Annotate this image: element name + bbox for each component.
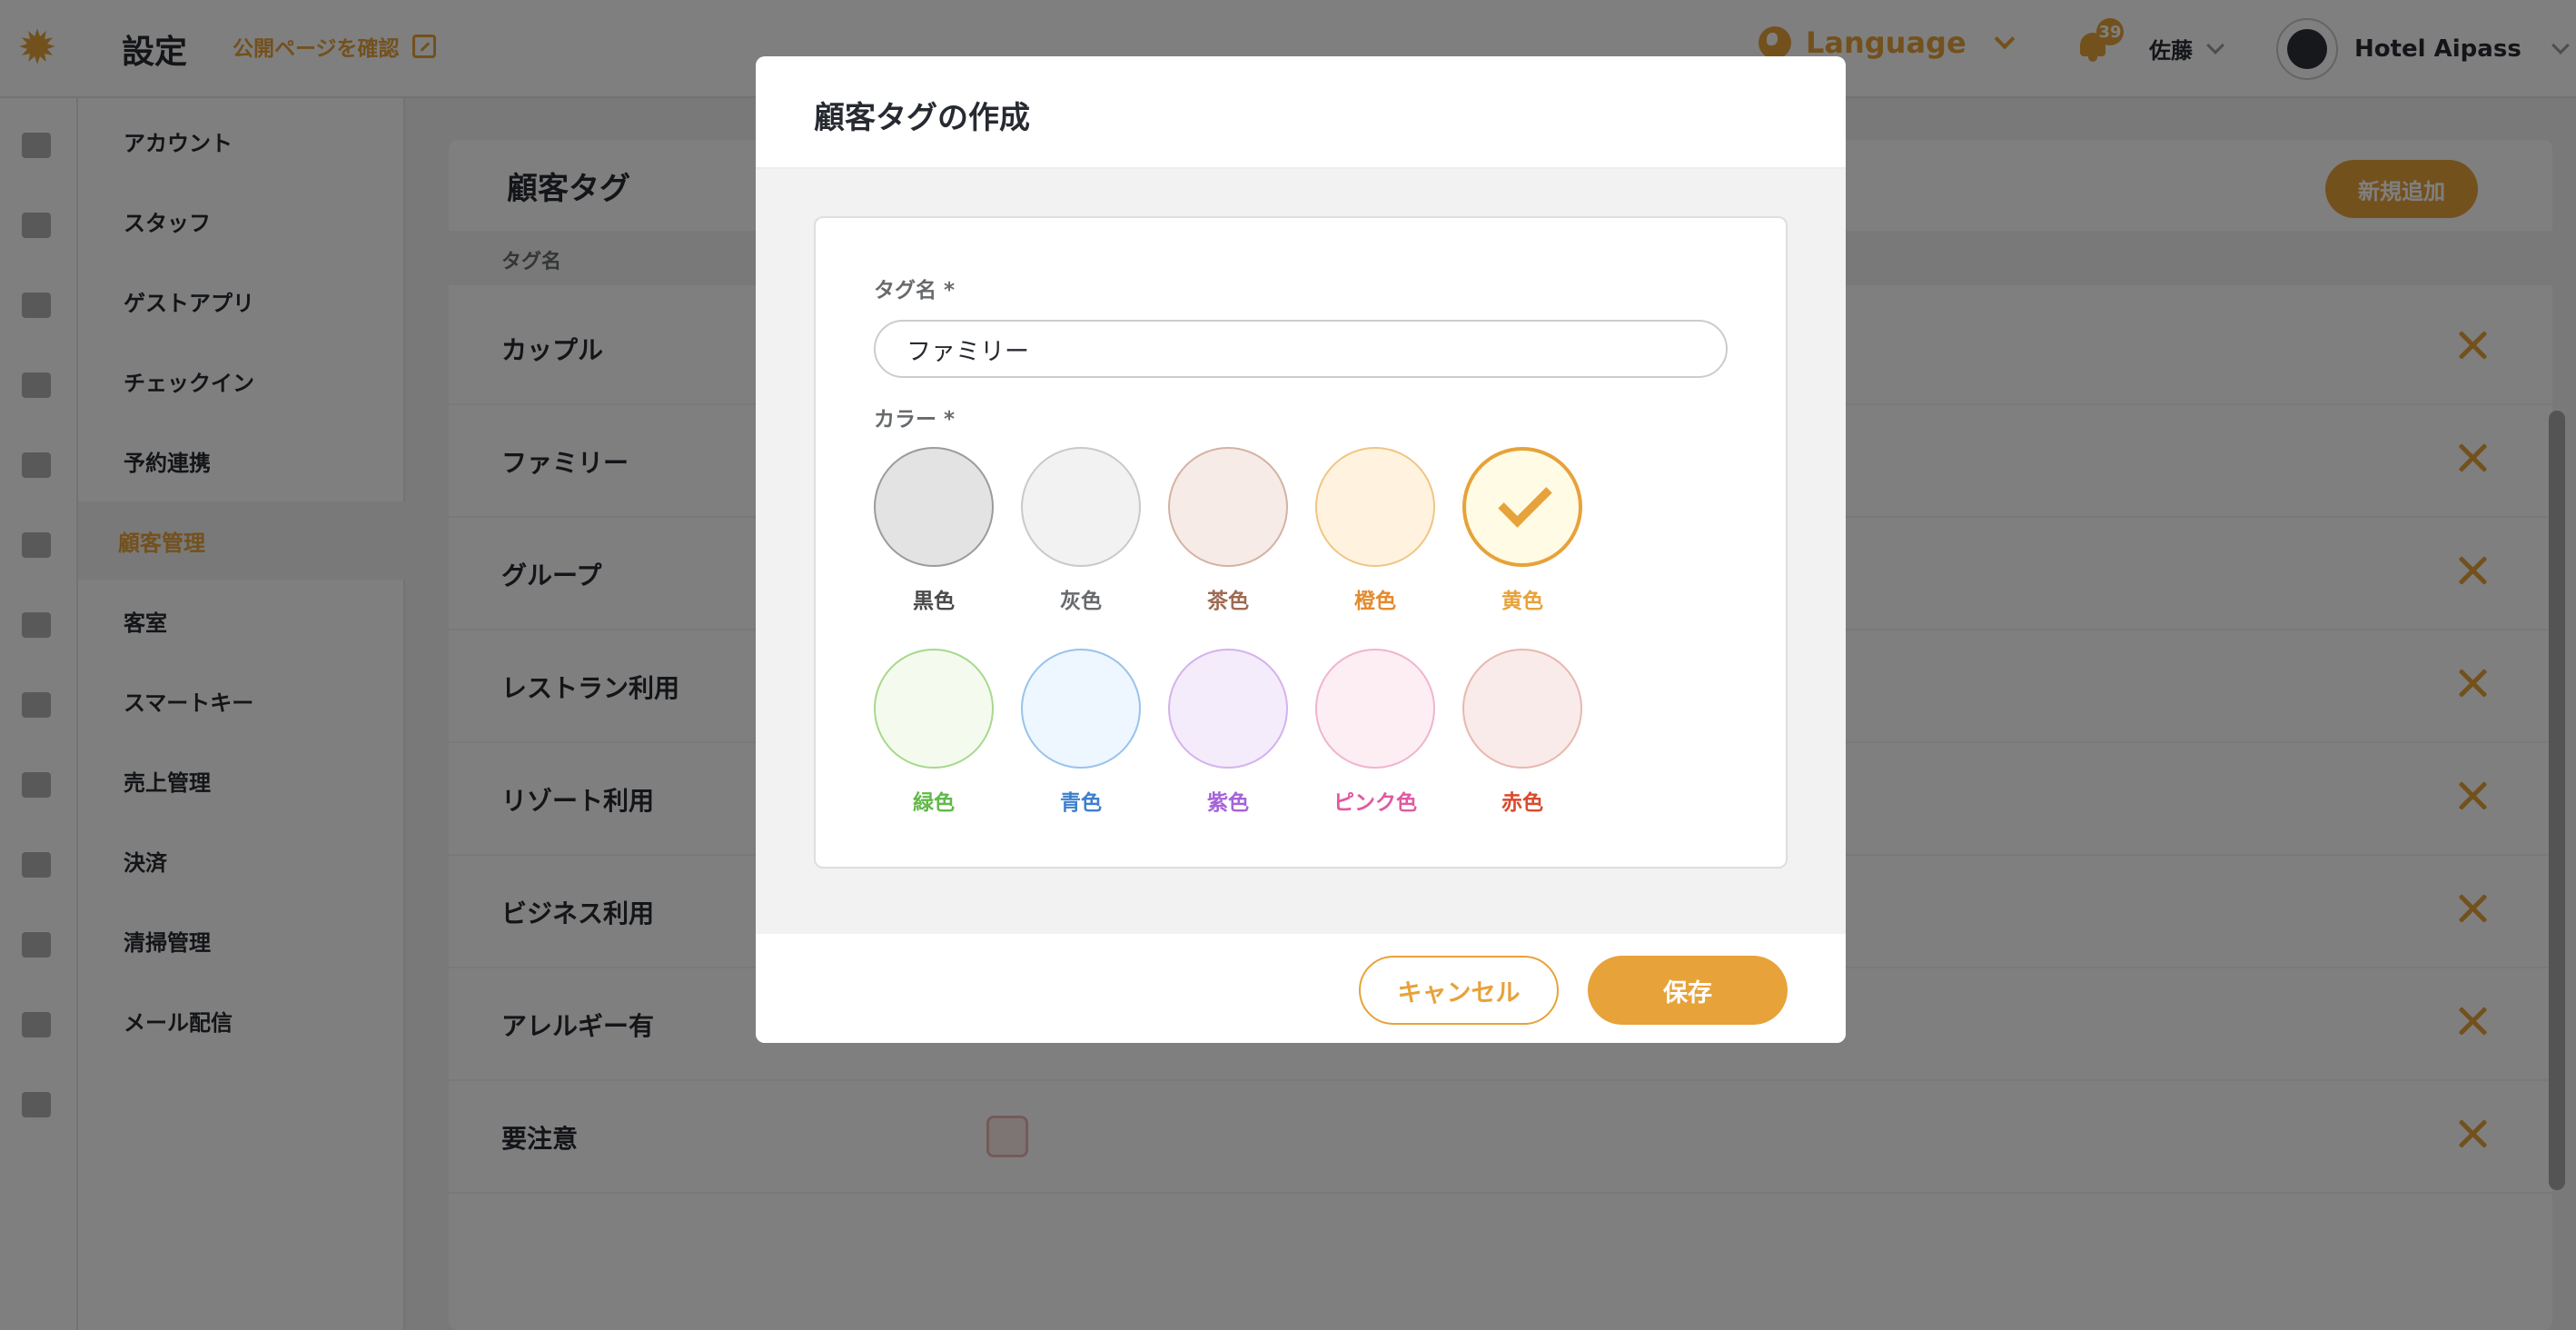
color-option[interactable]: 茶色 [1168, 447, 1288, 620]
color-label: ピンク色 [1333, 791, 1417, 815]
color-label: 紫色 [1207, 791, 1249, 815]
color-swatch[interactable] [1168, 649, 1288, 769]
modal-body: タグ名 * カラー * 黒色 灰色 茶色 橙色 黄色緑色 青色 紫色 ピンク色 赤色 [756, 169, 1846, 934]
modal-header: 顧客タグの作成 [756, 56, 1846, 169]
color-label: 緑色 [913, 791, 955, 815]
check-icon [1498, 473, 1552, 528]
color-swatch[interactable] [874, 649, 994, 769]
color-label: 茶色 [1207, 590, 1249, 613]
color-swatch[interactable] [1462, 447, 1582, 567]
color-swatch[interactable] [1315, 447, 1435, 567]
modal-footer: キャンセル 保存 [756, 934, 1846, 1043]
save-button[interactable]: 保存 [1588, 956, 1788, 1025]
modal-title: 顧客タグの作成 [814, 100, 1030, 136]
color-swatch[interactable] [1021, 649, 1141, 769]
color-label: カラー * [874, 408, 956, 432]
color-option[interactable]: 黒色 [874, 447, 994, 620]
color-label: 橙色 [1354, 590, 1396, 613]
color-swatch[interactable] [874, 447, 994, 567]
color-option[interactable]: 黄色 [1462, 447, 1582, 620]
tag-name-input[interactable] [874, 320, 1728, 378]
color-label: 灰色 [1060, 590, 1102, 613]
create-tag-modal: 顧客タグの作成 タグ名 * カラー * 黒色 灰色 茶色 橙色 黄色緑色 青色 紫色 ピンク色… [756, 56, 1846, 1043]
color-option[interactable]: 青色 [1021, 649, 1141, 821]
color-option[interactable]: ピンク色 [1315, 649, 1435, 821]
color-label: 青色 [1060, 791, 1102, 815]
color-option[interactable]: 紫色 [1168, 649, 1288, 821]
tag-name-label: タグ名 * [874, 279, 956, 303]
color-option[interactable]: 橙色 [1315, 447, 1435, 620]
color-label: 赤色 [1501, 791, 1543, 815]
color-swatch[interactable] [1021, 447, 1141, 567]
cancel-button[interactable]: キャンセル [1359, 956, 1559, 1025]
color-option[interactable]: 赤色 [1462, 649, 1582, 821]
color-swatch[interactable] [1462, 649, 1582, 769]
color-option[interactable]: 緑色 [874, 649, 994, 821]
tag-form: タグ名 * カラー * 黒色 灰色 茶色 橙色 黄色緑色 青色 紫色 ピンク色 赤色 [814, 216, 1788, 868]
color-option[interactable]: 灰色 [1021, 447, 1141, 620]
color-label: 黄色 [1501, 590, 1543, 613]
color-swatch[interactable] [1315, 649, 1435, 769]
color-label: 黒色 [913, 590, 955, 613]
color-swatch[interactable] [1168, 447, 1288, 567]
